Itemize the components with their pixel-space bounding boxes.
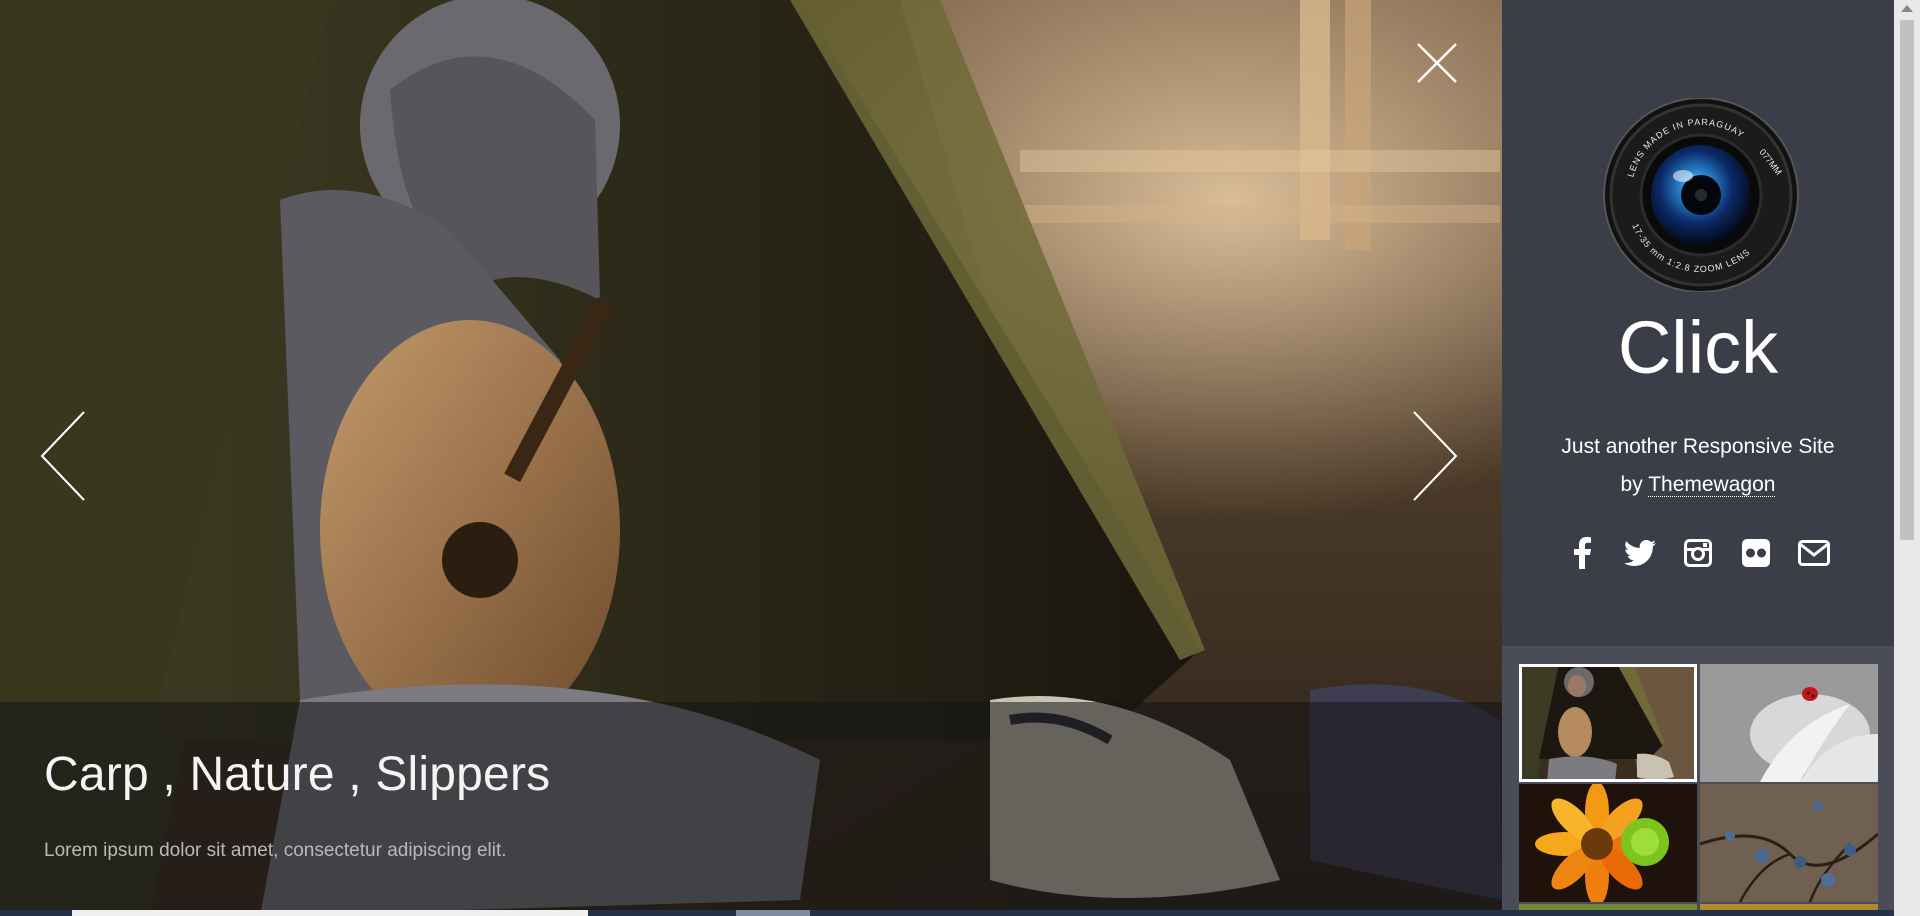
- thumbnail-boy-guitar[interactable]: [1519, 664, 1697, 782]
- thumbnail-grid: [1502, 646, 1894, 916]
- thumbnail-berries[interactable]: [1700, 784, 1878, 902]
- slide-description: Lorem ipsum dolor sit amet, consectetur …: [44, 840, 507, 861]
- site-tagline: Just another Responsive Site by Themewag…: [1502, 428, 1894, 504]
- tagline-by: by: [1620, 473, 1643, 496]
- camera-lens-logo: LENS MADE IN PARAGUAY 077MM 17-35 mm 1:2…: [1603, 98, 1799, 292]
- slide-caption-overlay: [0, 702, 1502, 916]
- social-links: [1502, 536, 1894, 570]
- thumbnail-image: [1519, 784, 1697, 902]
- close-button[interactable]: [1414, 40, 1460, 86]
- themewagon-link[interactable]: Themewagon: [1648, 473, 1776, 497]
- chevron-left-icon: [40, 411, 85, 501]
- previous-slide-button[interactable]: [38, 408, 88, 504]
- facebook-link[interactable]: [1565, 536, 1599, 570]
- email-link[interactable]: [1797, 536, 1831, 570]
- flickr-icon: [1742, 539, 1770, 567]
- instagram-icon: [1684, 539, 1712, 567]
- facebook-icon: [1574, 537, 1591, 569]
- next-slide-button[interactable]: [1410, 408, 1460, 504]
- flickr-link[interactable]: [1739, 536, 1773, 570]
- chevron-right-icon: [1413, 411, 1458, 501]
- slide-title: Carp , Nature , Slippers: [44, 748, 551, 801]
- thumbnail-flower[interactable]: [1519, 784, 1697, 902]
- thumbnail-ladybug[interactable]: [1700, 664, 1878, 782]
- tagline-line: Just another Responsive Site: [1561, 435, 1835, 458]
- mail-icon: [1798, 540, 1830, 566]
- instagram-link[interactable]: [1681, 536, 1715, 570]
- site-title[interactable]: Click: [1502, 305, 1894, 390]
- close-icon: [1417, 43, 1457, 83]
- slideshow-stage: Carp , Nature , Slippers Lorem ipsum dol…: [0, 0, 1502, 916]
- thumbnail-image: [1519, 664, 1697, 782]
- scrollbar-thumb[interactable]: [1900, 20, 1914, 540]
- twitter-icon: [1624, 539, 1656, 566]
- bottom-strip-segment: [72, 910, 588, 916]
- twitter-link[interactable]: [1623, 536, 1657, 570]
- scroll-up-arrow-icon[interactable]: [1901, 5, 1913, 12]
- bottom-strip: [0, 910, 1894, 916]
- bottom-strip-segment: [736, 910, 810, 916]
- tagline-credit: by Themewagon: [1502, 466, 1894, 504]
- sidebar: LENS MADE IN PARAGUAY 077MM 17-35 mm 1:2…: [1502, 0, 1894, 916]
- vertical-scrollbar[interactable]: [1894, 0, 1920, 916]
- thumbnail-image: [1700, 784, 1878, 902]
- thumbnail-image: [1700, 664, 1878, 782]
